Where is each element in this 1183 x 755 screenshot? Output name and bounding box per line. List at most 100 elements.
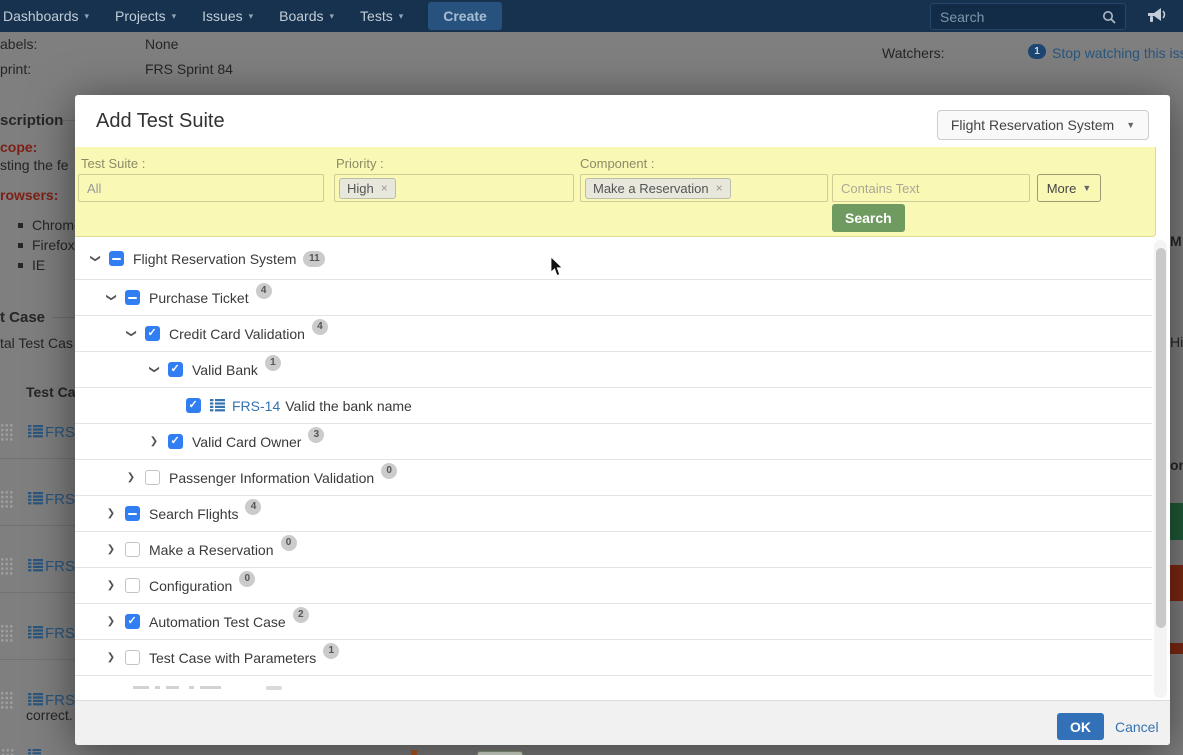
issue-key-link[interactable]: FRS [45, 424, 75, 441]
tree-node-label: Flight Reservation System [133, 251, 296, 267]
tree-row[interactable]: ❯Test Case with Parameters1 [75, 640, 1152, 676]
screen: Dashboards▾Projects▾Issues▾Boards▾Tests▾… [0, 0, 1183, 755]
checkbox-indeterminate[interactable] [125, 290, 140, 305]
labels-field-value: None [145, 36, 178, 52]
chevron-right-icon[interactable]: ❯ [104, 580, 118, 591]
checkbox-checked[interactable] [168, 434, 183, 449]
tree-row[interactable]: FRS-14Valid the bank name [75, 388, 1152, 424]
drag-handle-icon[interactable] [0, 423, 13, 442]
issue-key-link[interactable]: FRS [45, 491, 75, 508]
nav-item-tests[interactable]: Tests▾ [347, 0, 416, 32]
status-bar-red [1170, 643, 1183, 654]
chevron-down-icon: ▼ [1126, 120, 1135, 130]
drag-handle-icon[interactable] [0, 624, 13, 643]
cancel-link[interactable]: Cancel [1115, 719, 1159, 735]
search-placeholder: Search [940, 9, 984, 25]
chevron-down-icon[interactable]: ❯ [126, 327, 137, 341]
search-icon[interactable] [1102, 10, 1116, 24]
more-filters-button[interactable]: More ▼ [1037, 174, 1101, 202]
issue-summary-fragment: correct. [26, 707, 73, 723]
remove-token-icon[interactable]: × [716, 181, 723, 195]
checkbox-checked[interactable] [125, 614, 140, 629]
status-bar-green [1170, 503, 1183, 540]
nav-item-boards[interactable]: Boards▾ [266, 0, 347, 32]
issue-key-link[interactable]: FRS [45, 558, 75, 575]
tree-row[interactable]: ❯Configuration0 [75, 568, 1152, 604]
tree-row[interactable]: ❯Search Flights4 [75, 496, 1152, 532]
test-case-icon [28, 626, 43, 639]
test-case-heading: t Case [0, 309, 45, 326]
tree-node-label: Valid Bank [192, 362, 258, 378]
chevron-right-icon[interactable]: ❯ [104, 508, 118, 519]
nav-item-dashboards[interactable]: Dashboards▾ [0, 0, 102, 32]
chevron-down-icon: ▾ [330, 11, 335, 22]
chevron-down-icon[interactable]: ❯ [90, 252, 101, 266]
tree-node-label: Test Case with Parameters [149, 650, 316, 666]
global-search-box[interactable]: Search [930, 3, 1126, 30]
chevron-right-icon[interactable]: ❯ [147, 436, 161, 447]
search-button[interactable]: Search [832, 204, 905, 232]
checkbox-checked[interactable] [168, 362, 183, 377]
checkbox-unchecked[interactable] [125, 578, 140, 593]
checkbox-unchecked[interactable] [145, 470, 160, 485]
nav-item-projects[interactable]: Projects▾ [102, 0, 189, 32]
priority-token: High × [339, 178, 396, 199]
tree-row[interactable]: ❯Purchase Ticket4 [75, 280, 1152, 316]
issue-key-link[interactable]: FRS [45, 625, 75, 642]
chevron-down-icon: ▾ [172, 11, 177, 22]
create-button[interactable]: Create [428, 2, 502, 30]
right-text-fragment: M [1170, 233, 1182, 249]
stop-watching-link[interactable]: Stop watching this iss [1052, 45, 1183, 61]
megaphone-icon[interactable] [1146, 6, 1168, 25]
count-badge: 0 [381, 463, 397, 479]
checkbox-unchecked[interactable] [125, 650, 140, 665]
chevron-right-icon[interactable]: ❯ [104, 616, 118, 627]
browsers-heading: rowsers: [0, 187, 58, 203]
nav-item-issues[interactable]: Issues▾ [189, 0, 266, 32]
tree-row[interactable]: ❯Valid Card Owner3 [75, 424, 1152, 460]
dialog-footer: OK Cancel [75, 700, 1170, 745]
tree-row[interactable]: ❯Credit Card Validation4 [75, 316, 1152, 352]
checkbox-indeterminate[interactable] [125, 506, 140, 521]
tree-row[interactable]: ❯Valid Bank1 [75, 352, 1152, 388]
priority-filter-label: Priority : [336, 156, 384, 171]
checkbox-indeterminate[interactable] [109, 251, 124, 266]
remove-token-icon[interactable]: × [381, 181, 388, 195]
chevron-down-icon[interactable]: ❯ [106, 291, 117, 305]
status-bar-red [1170, 565, 1183, 601]
checkbox-checked[interactable] [145, 326, 160, 341]
test-case-key[interactable]: FRS-14 [232, 398, 280, 414]
project-selector-dropdown[interactable]: Flight Reservation System ▼ [937, 110, 1149, 140]
tree-node-label: Make a Reservation [149, 542, 274, 558]
drag-handle-icon[interactable] [0, 490, 13, 509]
chevron-right-icon[interactable]: ❯ [124, 472, 138, 483]
chevron-right-icon[interactable]: ❯ [104, 544, 118, 555]
test-case-icon [28, 748, 41, 755]
tree-row[interactable]: ❯Automation Test Case2 [75, 604, 1152, 640]
total-test-cases-text: tal Test Cas [0, 335, 73, 351]
checkbox-unchecked[interactable] [125, 542, 140, 557]
chevron-down-icon: ▾ [85, 11, 90, 22]
checkbox-checked[interactable] [186, 398, 201, 413]
ok-button[interactable]: OK [1057, 713, 1104, 740]
chevron-down-icon[interactable]: ❯ [149, 363, 160, 377]
test-suite-filter-input[interactable] [78, 174, 324, 202]
drag-handle-icon[interactable] [0, 557, 13, 576]
tree-node-label: Configuration [149, 578, 232, 594]
drag-handle-icon[interactable] [0, 691, 13, 710]
contains-text-input[interactable] [832, 174, 1030, 202]
test-case-icon [28, 425, 43, 438]
component-filter-field[interactable]: Make a Reservation × [580, 174, 828, 202]
tree-row[interactable]: ❯Make a Reservation0 [75, 532, 1152, 568]
priority-filter-field[interactable]: High × [334, 174, 574, 202]
tree-row[interactable]: ❯Passenger Information Validation0 [75, 460, 1152, 496]
test-case-icon [28, 693, 43, 706]
watchers-label: Watchers: [882, 45, 945, 61]
bullet-icon [18, 223, 23, 228]
chevron-right-icon[interactable]: ❯ [104, 652, 118, 663]
more-button-label: More [1047, 181, 1077, 196]
tree-row[interactable]: ❯Flight Reservation System11 [75, 238, 1152, 280]
test-case-icon [28, 492, 43, 505]
scrollbar-thumb[interactable] [1156, 248, 1166, 628]
labels-field-label: abels: [0, 36, 37, 52]
